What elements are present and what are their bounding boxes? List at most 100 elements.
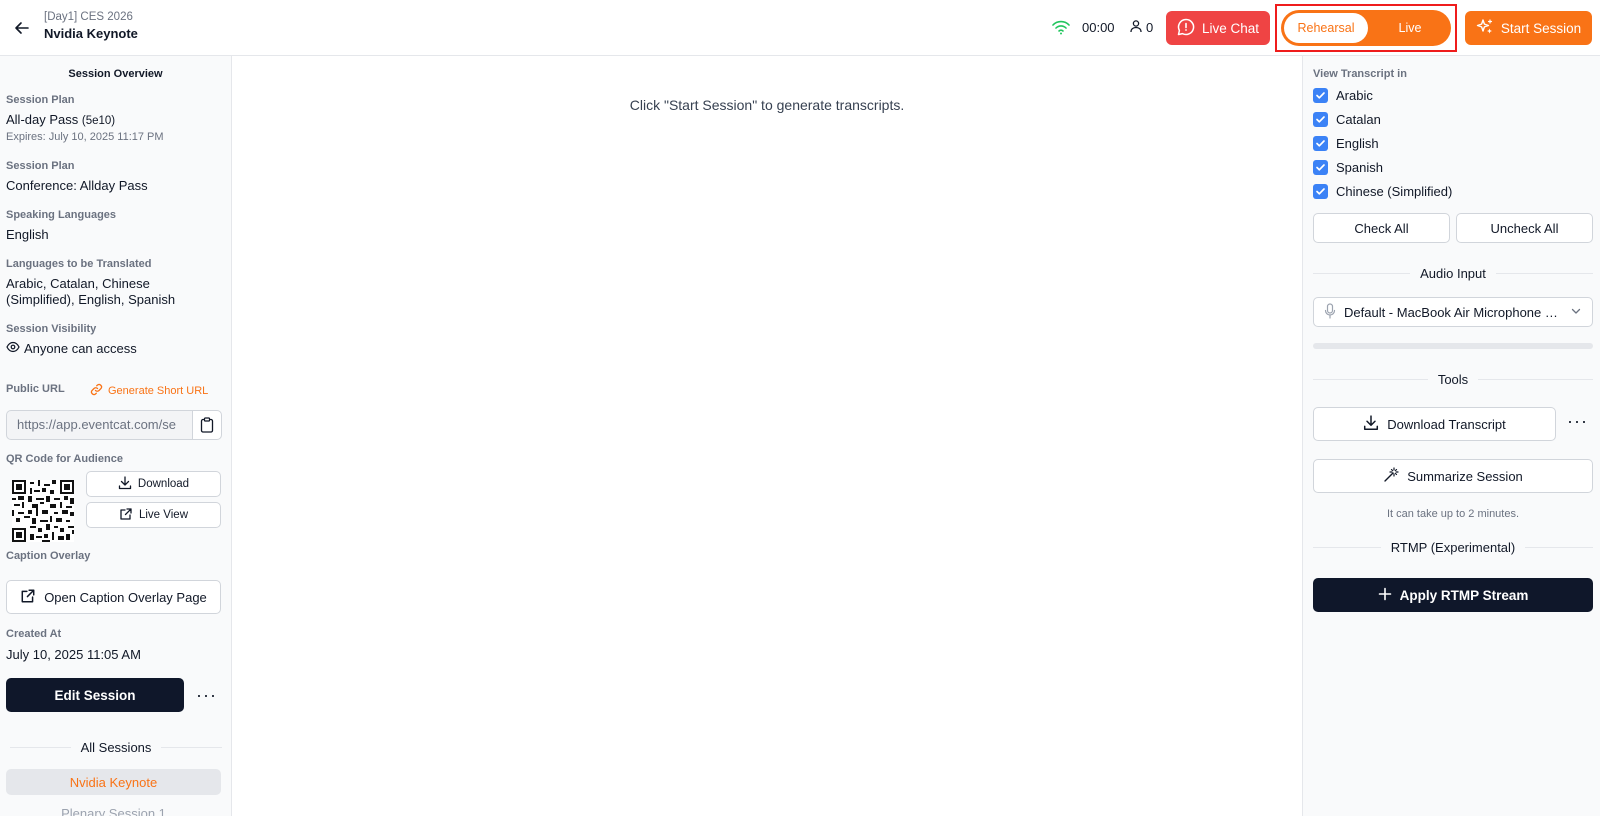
apply-rtmp-stream-label: Apply RTMP Stream	[1399, 587, 1529, 603]
plan-expires: Expires: July 10, 2025 11:17 PM	[6, 131, 164, 143]
plan-label: Session Plan	[6, 94, 75, 106]
divider	[1313, 273, 1411, 274]
qr-live-view-button[interactable]: Live View	[86, 502, 221, 528]
visibility-value: Anyone can access	[6, 341, 137, 356]
all-sessions-header: All Sessions	[0, 740, 231, 755]
session-title: Nvidia Keynote	[44, 26, 138, 41]
rtmp-title: RTMP (Experimental)	[1390, 540, 1516, 555]
divider	[10, 747, 71, 748]
mode-live-option[interactable]: Live	[1373, 13, 1447, 43]
created-at-label: Created At	[6, 628, 62, 640]
language-checkbox-spanish[interactable]: Spanish	[1313, 160, 1383, 175]
qr-download-button[interactable]: Download	[86, 471, 221, 497]
language-checkbox-arabic[interactable]: Arabic	[1313, 88, 1373, 103]
plan-name: All-day Pass	[6, 112, 79, 127]
apply-rtmp-stream-button[interactable]: Apply RTMP Stream	[1313, 578, 1593, 612]
clipboard-icon[interactable]	[192, 410, 222, 440]
all-sessions-title: All Sessions	[80, 740, 152, 755]
qr-live-view-label: Live View	[138, 509, 188, 521]
event-subtitle: [Day1] CES 2026	[44, 11, 133, 23]
checkbox-checked-icon[interactable]	[1313, 160, 1328, 175]
plan-value-2: Conference: Allday Pass	[6, 178, 148, 193]
language-label: Catalan	[1336, 112, 1381, 127]
speaking-languages-label: Speaking Languages	[6, 209, 117, 221]
magic-wand-icon	[1383, 466, 1399, 486]
language-label: Arabic	[1336, 88, 1373, 103]
generate-short-url-link[interactable]: Generate Short URL	[90, 383, 208, 399]
microphone-icon	[1324, 302, 1336, 322]
more-options-icon[interactable]: ···	[1567, 412, 1588, 430]
divider	[161, 747, 222, 748]
sparkles-icon	[1476, 18, 1494, 39]
plus-icon	[1378, 587, 1392, 604]
start-session-button[interactable]: Start Session	[1465, 11, 1592, 45]
uncheck-all-button[interactable]: Uncheck All	[1456, 213, 1593, 243]
download-transcript-label: Download Transcript	[1387, 416, 1506, 432]
edit-session-button[interactable]: Edit Session	[6, 678, 184, 712]
public-url-field[interactable]: https://app.eventcat.com/se	[6, 410, 192, 440]
session-list-item-active[interactable]: Nvidia Keynote	[6, 769, 221, 795]
visibility-label: Session Visibility	[6, 323, 97, 335]
language-label: English	[1336, 136, 1379, 151]
divider	[1313, 547, 1381, 548]
tools-title: Tools	[1437, 372, 1469, 387]
audio-input-title: Audio Input	[1420, 266, 1486, 281]
plan-label-2: Session Plan	[6, 160, 75, 172]
mode-toggle[interactable]: Rehearsal Live	[1281, 10, 1451, 46]
divider	[1525, 547, 1593, 548]
download-icon	[1363, 414, 1379, 434]
mode-rehearsal-option[interactable]: Rehearsal	[1284, 13, 1368, 43]
audio-input-header: Audio Input	[1313, 266, 1593, 281]
wifi-icon	[1052, 19, 1070, 40]
summarize-session-label: Summarize Session	[1407, 468, 1523, 484]
plan-code: (5e10)	[81, 115, 116, 127]
session-list-item[interactable]: Plenary Session 1	[6, 806, 221, 816]
live-chat-label: Live Chat	[1201, 20, 1260, 36]
external-link-icon	[119, 507, 133, 524]
session-overview-sidebar: Session Overview Session Plan All-day Pa…	[0, 56, 232, 816]
controls-sidebar: View Transcript in Arabic Catalan Englis…	[1302, 56, 1600, 816]
divider	[1495, 273, 1593, 274]
audio-input-select[interactable]: Default - MacBook Air Microphone (Built-…	[1313, 297, 1593, 327]
audience-count: 0	[1129, 19, 1153, 36]
audio-level-meter	[1313, 343, 1593, 349]
user-count-value: 0	[1146, 20, 1154, 35]
speaking-languages-value: English	[6, 227, 49, 242]
checkbox-checked-icon[interactable]	[1313, 136, 1328, 151]
eye-icon	[6, 341, 20, 356]
language-checkbox-catalan[interactable]: Catalan	[1313, 112, 1381, 127]
back-arrow-icon[interactable]	[10, 16, 34, 40]
caption-overlay-label: Caption Overlay	[6, 550, 91, 562]
translated-languages-line1: Arabic, Catalan, Chinese	[6, 276, 150, 291]
summarize-session-button[interactable]: Summarize Session	[1313, 459, 1593, 493]
chat-alert-icon	[1177, 18, 1195, 39]
language-label: Spanish	[1336, 160, 1383, 175]
link-icon	[90, 383, 103, 399]
summarize-hint: It can take up to 2 minutes.	[1386, 508, 1520, 520]
generate-short-url-label: Generate Short URL	[108, 385, 209, 397]
check-all-button[interactable]: Check All	[1313, 213, 1450, 243]
qr-code	[12, 480, 74, 542]
live-chat-button[interactable]: Live Chat	[1166, 11, 1270, 45]
created-at-value: July 10, 2025 11:05 AM	[6, 647, 141, 662]
qr-code-label: QR Code for Audience	[6, 453, 123, 465]
plan-value: All-day Pass (5e10)	[6, 112, 115, 127]
translated-languages-label: Languages to be Translated	[6, 258, 152, 270]
language-checkbox-english[interactable]: English	[1313, 136, 1379, 151]
language-checkbox-chinese[interactable]: Chinese (Simplified)	[1313, 184, 1452, 199]
start-session-label: Start Session	[1500, 20, 1582, 36]
checkbox-checked-icon[interactable]	[1313, 88, 1328, 103]
checkbox-checked-icon[interactable]	[1313, 184, 1328, 199]
overview-title: Session Overview	[68, 68, 163, 80]
public-url-label: Public URL	[6, 383, 65, 395]
download-transcript-button[interactable]: Download Transcript	[1313, 407, 1556, 441]
language-label: Chinese (Simplified)	[1336, 184, 1453, 199]
open-caption-overlay-button[interactable]: Open Caption Overlay Page	[6, 580, 221, 614]
checkbox-checked-icon[interactable]	[1313, 112, 1328, 127]
user-icon	[1129, 19, 1143, 36]
session-title-block: [Day1] CES 2026 Nvidia Keynote	[44, 11, 138, 41]
transcript-empty-message: Click "Start Session" to generate transc…	[629, 97, 905, 113]
session-timer: 00:00	[1082, 20, 1115, 35]
external-link-icon	[20, 588, 36, 607]
more-options-icon[interactable]: ···	[196, 686, 217, 704]
